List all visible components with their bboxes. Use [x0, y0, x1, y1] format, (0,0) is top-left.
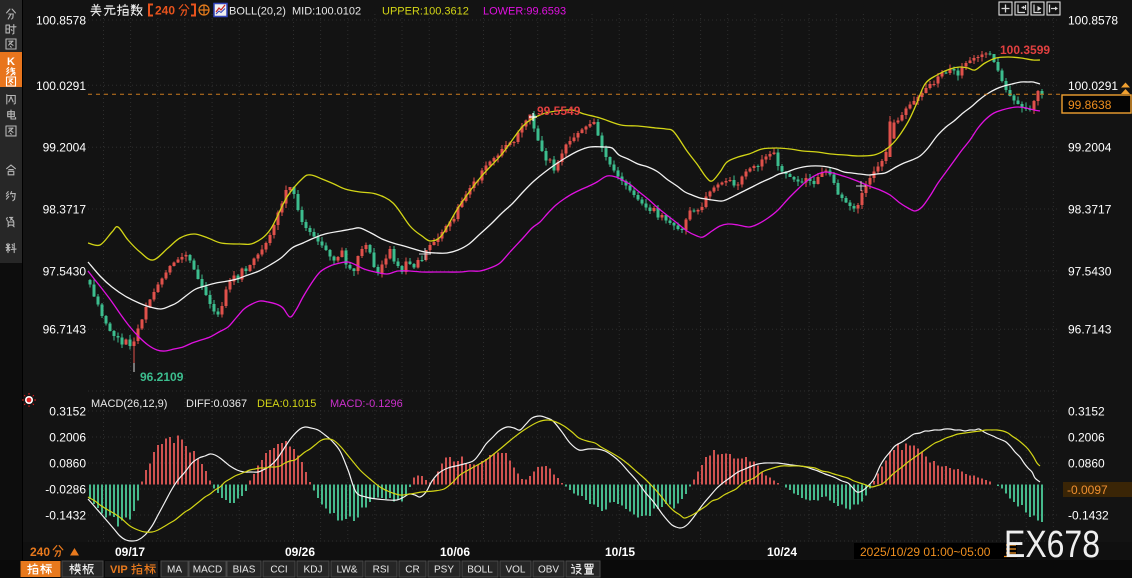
svg-text:100.8578: 100.8578	[36, 14, 86, 28]
svg-text:100.3599: 100.3599	[1000, 43, 1050, 57]
svg-text:100.0291: 100.0291	[1068, 79, 1118, 93]
svg-text:-0.0286: -0.0286	[45, 483, 86, 497]
svg-text:BOLL: BOLL	[467, 565, 493, 576]
svg-text:96.7143: 96.7143	[1068, 323, 1112, 337]
svg-text:240: 240	[155, 4, 175, 18]
svg-text:-0.1432: -0.1432	[1068, 509, 1109, 523]
svg-text:97.5430: 97.5430	[43, 264, 87, 278]
svg-text:DIFF:0.0367: DIFF:0.0367	[186, 398, 247, 410]
svg-text:CR: CR	[405, 565, 419, 576]
svg-text:99.8638: 99.8638	[1068, 98, 1112, 112]
svg-text:KDJ: KDJ	[304, 565, 323, 576]
svg-text:-0.1432: -0.1432	[45, 509, 86, 523]
svg-text:VIP: VIP	[110, 564, 128, 576]
svg-text:09/26: 09/26	[285, 545, 315, 559]
svg-text:97.5430: 97.5430	[1068, 264, 1112, 278]
svg-text:2025/10/29 01:00~05:00: 2025/10/29 01:00~05:00	[860, 545, 991, 559]
svg-text:0.2006: 0.2006	[49, 431, 86, 445]
svg-text:96.2109: 96.2109	[140, 370, 184, 384]
svg-text:10/06: 10/06	[440, 545, 470, 559]
svg-text:DEA:0.1015: DEA:0.1015	[257, 398, 316, 410]
svg-text:MACD:-0.1296: MACD:-0.1296	[330, 398, 403, 410]
svg-text:CCI: CCI	[270, 565, 287, 576]
svg-text:99.2004: 99.2004	[43, 141, 87, 155]
svg-text:0.3152: 0.3152	[1068, 405, 1105, 419]
svg-text:OBV: OBV	[538, 565, 559, 576]
svg-text:LW&: LW&	[337, 565, 358, 576]
svg-text:100.8578: 100.8578	[1068, 14, 1118, 28]
svg-text:0.0860: 0.0860	[1068, 457, 1105, 471]
svg-text:MACD: MACD	[193, 565, 222, 576]
svg-text:98.3717: 98.3717	[43, 203, 87, 217]
svg-text:10/24: 10/24	[767, 545, 797, 559]
svg-text:BIAS: BIAS	[233, 565, 256, 576]
svg-text:BOLL(20,2): BOLL(20,2)	[229, 6, 286, 18]
svg-text:09/17: 09/17	[115, 545, 145, 559]
svg-text:RSI: RSI	[373, 565, 390, 576]
svg-text:EX678: EX678	[1004, 524, 1100, 566]
svg-text:100.0291: 100.0291	[36, 79, 86, 93]
svg-text:99.2004: 99.2004	[1068, 141, 1112, 155]
svg-text:PSY: PSY	[434, 565, 454, 576]
svg-text:MACD(26,12,9): MACD(26,12,9)	[91, 398, 167, 410]
svg-text:98.3717: 98.3717	[1068, 203, 1112, 217]
svg-text:240: 240	[30, 545, 50, 559]
svg-text:99.5549: 99.5549	[537, 104, 581, 118]
svg-text:UPPER:100.3612: UPPER:100.3612	[382, 6, 469, 18]
svg-text:VOL: VOL	[505, 565, 525, 576]
svg-text:K: K	[7, 56, 15, 68]
svg-text:0.2006: 0.2006	[1068, 431, 1105, 445]
svg-text:96.7143: 96.7143	[43, 323, 87, 337]
svg-text:MA: MA	[167, 565, 182, 576]
svg-text:10/15: 10/15	[605, 545, 635, 559]
svg-text:-0.0097: -0.0097	[1067, 483, 1108, 497]
svg-text:LOWER:99.6593: LOWER:99.6593	[483, 6, 566, 18]
svg-text:MID:100.0102: MID:100.0102	[292, 6, 361, 18]
svg-text:0.3152: 0.3152	[49, 405, 86, 419]
svg-text:0.0860: 0.0860	[49, 457, 86, 471]
